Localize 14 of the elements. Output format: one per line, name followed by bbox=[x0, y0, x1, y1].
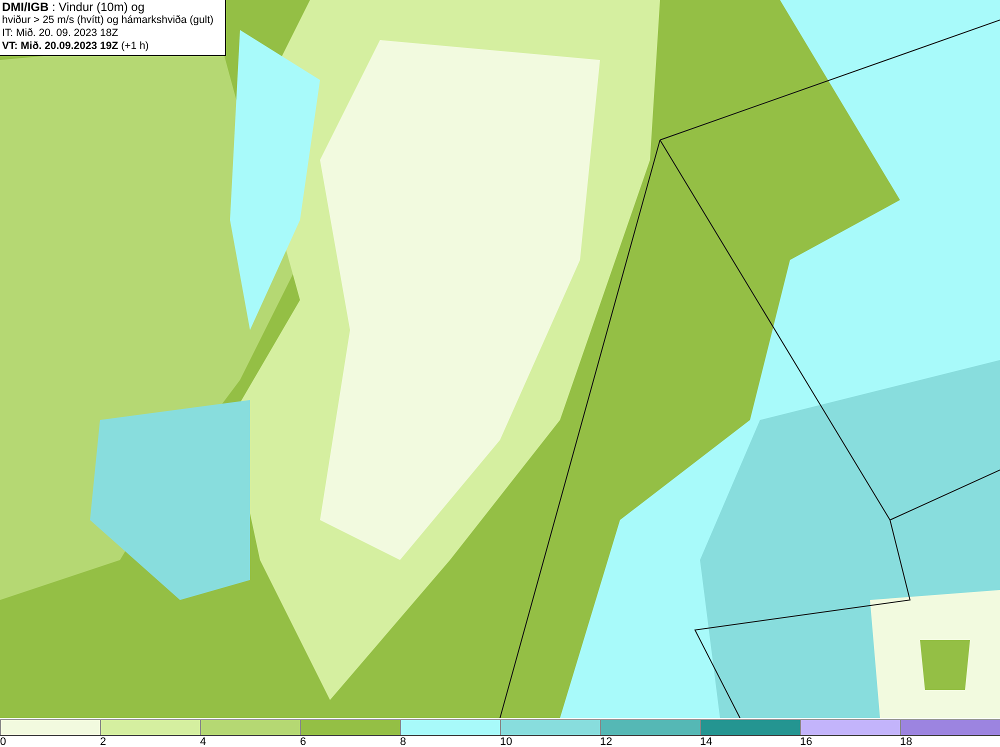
title-line: IT: Mið. 20. 09. 2023 18Z bbox=[2, 27, 120, 40]
title-line: VT: Mið. 20.09.2023 19Z (+1 h) bbox=[2, 40, 150, 53]
legend-label: 10 bbox=[500, 736, 512, 747]
legend-label: 16 bbox=[800, 736, 812, 747]
legend-label: 8 bbox=[400, 736, 406, 747]
legend-label: 4 bbox=[200, 736, 206, 747]
title-line: DMI/IGB : Vindur (10m) og bbox=[2, 1, 146, 14]
title-line: hviður > 25 m/s (hvítt) og hámarkshviða (gult) bbox=[2, 14, 215, 27]
legend-label: 14 bbox=[700, 736, 712, 747]
legend-label: 12 bbox=[600, 736, 612, 747]
legend-label: 6 bbox=[300, 736, 306, 747]
legend-label: 18 bbox=[900, 736, 912, 747]
legend-label: 0 bbox=[0, 736, 6, 747]
legend-label: 2 bbox=[100, 736, 106, 747]
